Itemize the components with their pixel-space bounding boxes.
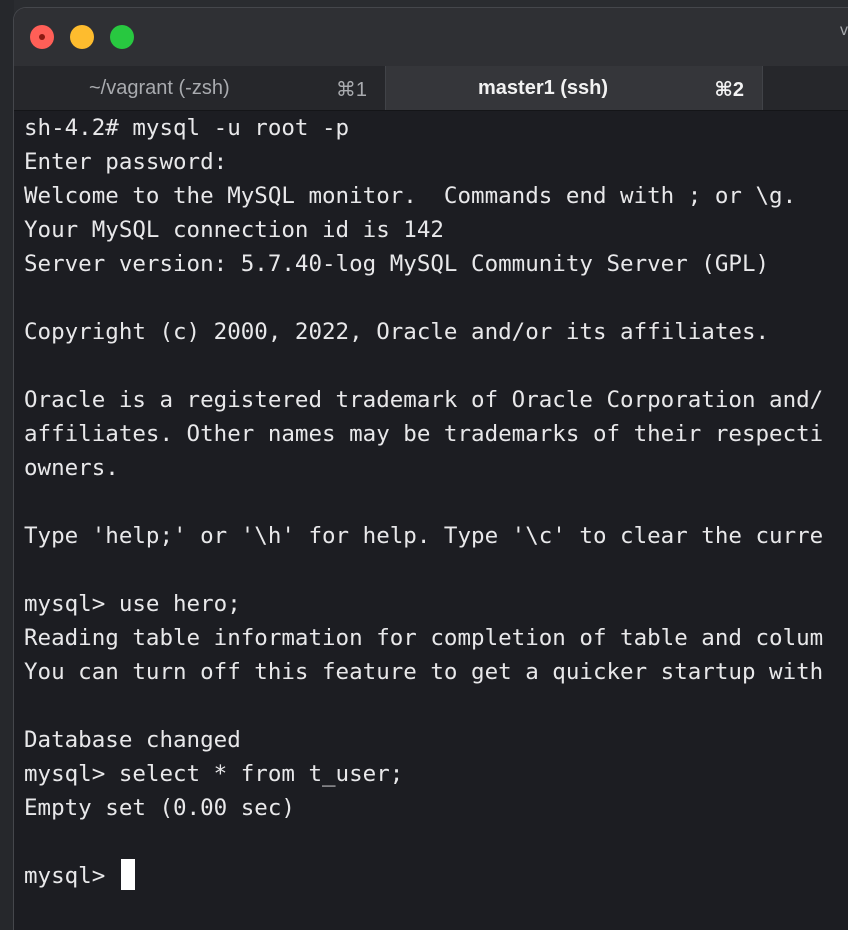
terminal-line: Empty set (0.00 sec) [24,795,295,821]
terminal-line: Oracle is a registered trademark of Orac… [24,387,824,413]
terminal-line: mysql> use hero; [24,591,241,617]
tab-label: master1 (ssh) [478,77,609,99]
terminal-line: Your MySQL connection id is 142 [24,217,444,243]
terminal-line: Reading table information for completion… [24,625,824,651]
maximize-window-button[interactable] [110,25,134,49]
terminal-line: Database changed [24,727,241,753]
text-cursor [120,859,135,890]
tab-label: ~/vagrant (-zsh) [89,77,230,99]
close-icon [39,34,45,40]
terminal-line: You can turn off this feature to get a q… [24,659,824,685]
title-bar[interactable]: v [14,8,848,66]
terminal-line: affiliates. Other names may be trademark… [24,421,824,447]
terminal-output[interactable]: sh-4.2# mysql -u root -p Enter password:… [14,111,848,930]
terminal-line: Server version: 5.7.40-log MySQL Communi… [24,251,770,277]
mysql-prompt: mysql> [24,863,119,889]
tab-shortcut: ⌘1 [335,79,367,101]
terminal-line: Enter password: [24,149,228,175]
terminal-prompt-line[interactable]: mysql> [24,859,135,893]
tab-bar: ~/vagrant (-zsh) ⌘1 master1 (ssh) ⌘2 [14,66,848,111]
terminal-line: Copyright (c) 2000, 2022, Oracle and/or … [24,319,770,345]
minimize-window-button[interactable] [70,25,94,49]
window-title: v [840,22,848,39]
tab-master1-ssh[interactable]: master1 (ssh) ⌘2 [386,66,763,110]
terminal-line: sh-4.2# mysql -u root -p [24,115,350,141]
terminal-window: v ~/vagrant (-zsh) ⌘1 master1 (ssh) ⌘2 s… [14,8,848,930]
tab-shortcut: ⌘2 [714,79,744,101]
close-window-button[interactable] [30,25,54,49]
terminal-line: Welcome to the MySQL monitor. Commands e… [24,183,797,209]
tab-vagrant-zsh[interactable]: ~/vagrant (-zsh) ⌘1 [14,66,386,110]
terminal-line: mysql> select * from t_user; [24,761,404,787]
terminal-line: owners. [24,455,119,481]
terminal-line: Type 'help;' or '\h' for help. Type '\c'… [24,523,824,549]
desktop-background [0,0,14,930]
